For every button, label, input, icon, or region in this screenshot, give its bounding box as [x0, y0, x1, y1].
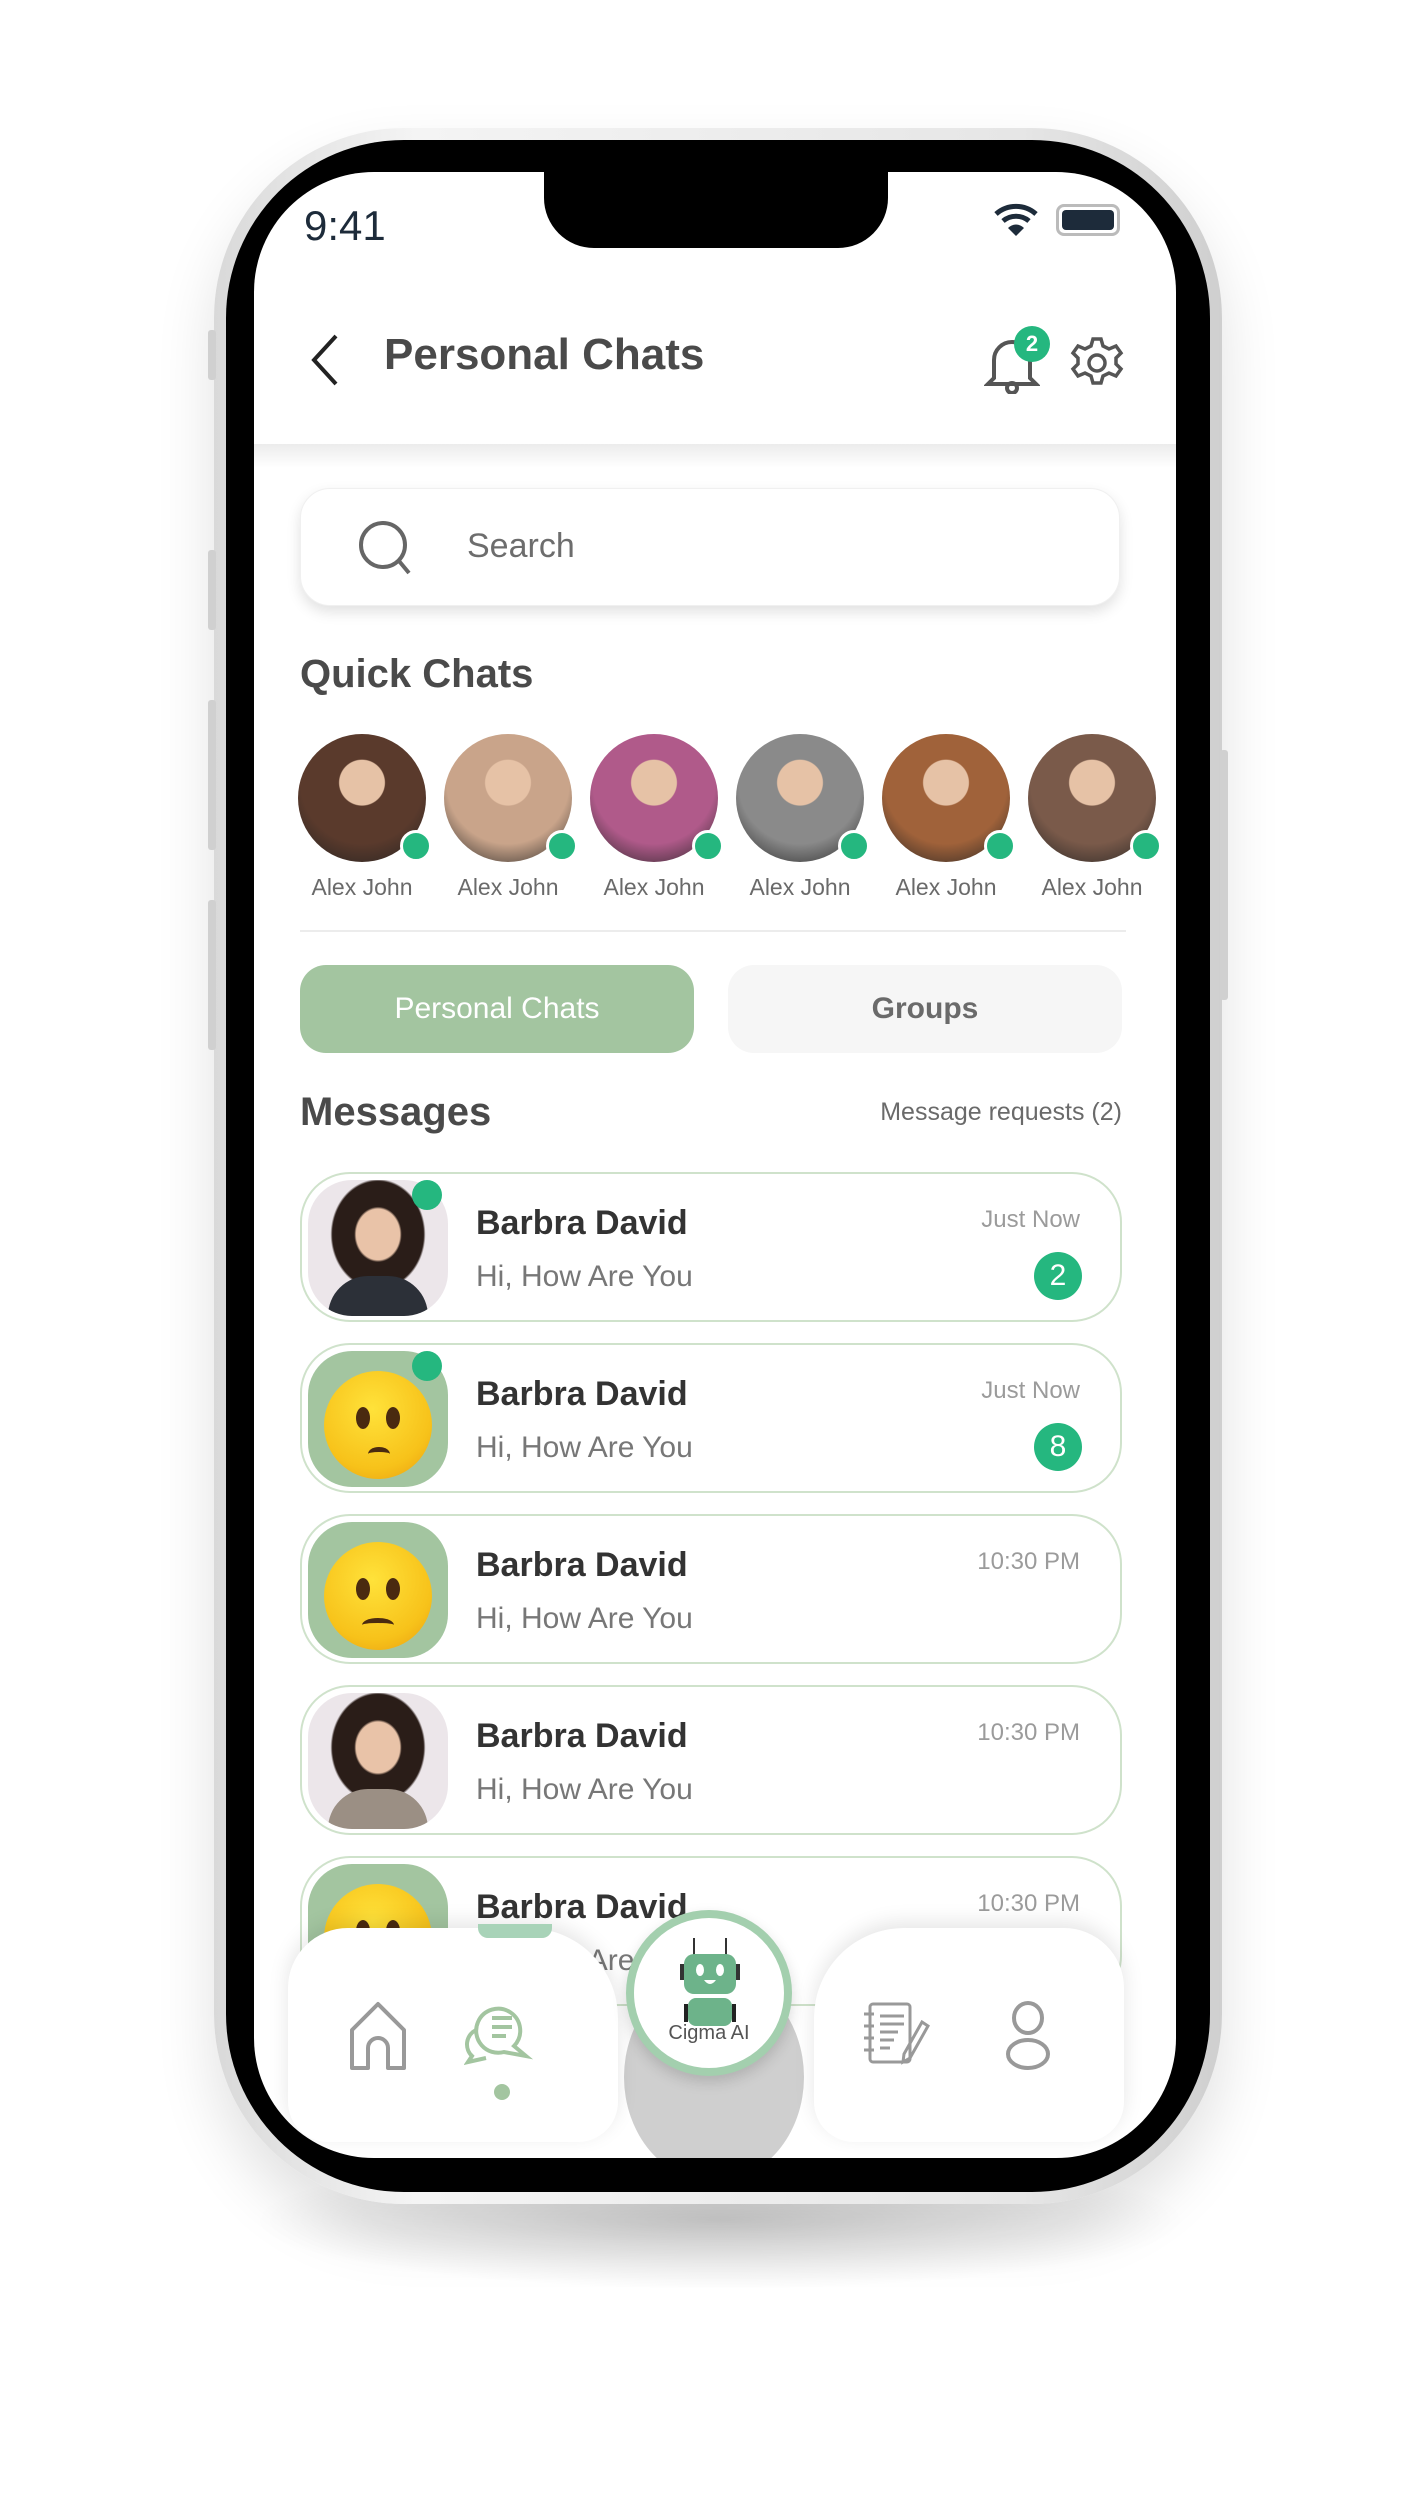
online-indicator — [412, 1180, 442, 1210]
message-preview: Hi, How Are You — [476, 1431, 693, 1464]
tab-groups[interactable]: Groups — [728, 965, 1122, 1053]
contact-name: Barbra David — [476, 1375, 688, 1413]
avatar — [590, 734, 724, 862]
unread-badge: 8 — [1034, 1423, 1082, 1471]
screen: 9:41 Personal Chats 2 Search Quick Chats… — [254, 172, 1176, 2158]
battery-icon — [1056, 204, 1120, 236]
side-button — [208, 550, 216, 630]
emoji-avatar — [308, 1522, 448, 1658]
contact-name: Barbra David — [476, 1204, 688, 1242]
chat-list-item[interactable]: Barbra David Hi, How Are You 10:30 PM — [300, 1514, 1122, 1664]
online-indicator — [546, 830, 578, 862]
cigma-ai-button[interactable]: Cigma AI — [626, 1910, 792, 2076]
chat-list-item[interactable]: Barbra David Hi, How Are You Just Now 8 — [300, 1343, 1122, 1493]
side-button — [208, 330, 216, 380]
active-tab-indicator — [478, 1924, 552, 1938]
search-input[interactable]: Search — [300, 488, 1120, 606]
bottom-nav-right — [814, 1928, 1124, 2142]
chat-list-item[interactable]: Barbra David Hi, How Are You 10:30 PM — [300, 1685, 1122, 1835]
back-arrow-icon[interactable] — [310, 334, 340, 386]
notification-button[interactable]: 2 — [983, 326, 1050, 398]
quick-chat-contact[interactable]: Alex John — [735, 734, 870, 901]
message-preview: Hi, How Are You — [476, 1602, 693, 1635]
contact-name: Alex John — [895, 874, 997, 900]
bottom-nav-left — [288, 1924, 618, 2142]
tab-personal-chats[interactable]: Personal Chats — [300, 965, 694, 1053]
home-icon[interactable] — [346, 2000, 410, 2072]
message-time: 10:30 PM — [977, 1719, 1080, 1746]
side-button — [208, 700, 216, 850]
online-indicator — [838, 830, 870, 862]
contact-name: Barbra David — [476, 1717, 688, 1755]
message-time: 10:30 PM — [977, 1548, 1080, 1575]
avatar — [882, 734, 1016, 862]
online-indicator — [1130, 830, 1162, 862]
online-indicator — [984, 830, 1016, 862]
quick-chat-contact[interactable]: Alex John — [1027, 734, 1162, 901]
message-requests-link[interactable]: Message requests (2) — [878, 1098, 1122, 1127]
robot-icon — [680, 1938, 740, 2026]
online-indicator — [412, 1351, 442, 1381]
search-icon — [359, 521, 411, 575]
avatar — [736, 734, 870, 862]
contact-name: Barbra David — [476, 1888, 688, 1926]
chat-list-item[interactable]: Barbra David Hi, How Are You Just Now 2 — [300, 1172, 1122, 1322]
quick-chat-contact[interactable]: Alex John — [443, 734, 578, 901]
contact-name: Alex John — [749, 874, 851, 900]
emoji-sad-icon — [324, 1542, 432, 1650]
status-time: 9:41 — [304, 202, 386, 249]
contact-name: Alex John — [457, 874, 559, 900]
wifi-icon — [994, 203, 1038, 236]
header-divider — [254, 444, 1176, 468]
message-time: 10:30 PM — [977, 1890, 1080, 1917]
emoji-worried-icon — [324, 1371, 432, 1479]
unread-badge: 2 — [1034, 1252, 1082, 1300]
page-title: Personal Chats — [384, 330, 705, 379]
quick-chat-contact[interactable]: Alex John — [297, 734, 432, 901]
message-time: Just Now — [981, 1377, 1080, 1404]
contact-name: Barbra David — [476, 1546, 688, 1584]
side-button — [1220, 750, 1228, 1000]
cigma-ai-label: Cigma AI — [668, 2022, 750, 2044]
avatar — [444, 734, 578, 862]
side-button — [208, 900, 216, 1050]
profile-icon[interactable] — [1004, 2000, 1052, 2072]
contact-name: Alex John — [1041, 874, 1143, 900]
avatar — [298, 734, 432, 862]
online-indicator — [400, 830, 432, 862]
message-time: Just Now — [981, 1206, 1080, 1233]
messages-title: Messages — [300, 1090, 492, 1134]
contact-name: Alex John — [311, 874, 413, 900]
avatar — [1028, 734, 1162, 862]
quick-chats-divider — [300, 930, 1126, 932]
search-placeholder: Search — [467, 527, 575, 565]
notes-icon[interactable] — [860, 2000, 930, 2070]
quick-chat-contact[interactable]: Alex John — [881, 734, 1016, 901]
message-preview: Hi, How Are You — [476, 1773, 693, 1806]
notification-badge: 2 — [1014, 326, 1050, 362]
notch — [544, 172, 888, 248]
online-indicator — [692, 830, 724, 862]
contact-name: Alex John — [603, 874, 705, 900]
chat-icon[interactable] — [464, 1996, 536, 2066]
message-preview: Hi, How Are You — [476, 1260, 693, 1293]
photo-avatar — [308, 1693, 448, 1829]
quick-chats-title: Quick Chats — [300, 652, 534, 696]
settings-gear-icon[interactable] — [1070, 336, 1124, 390]
active-dot — [494, 2084, 510, 2100]
quick-chat-contact[interactable]: Alex John — [589, 734, 724, 901]
